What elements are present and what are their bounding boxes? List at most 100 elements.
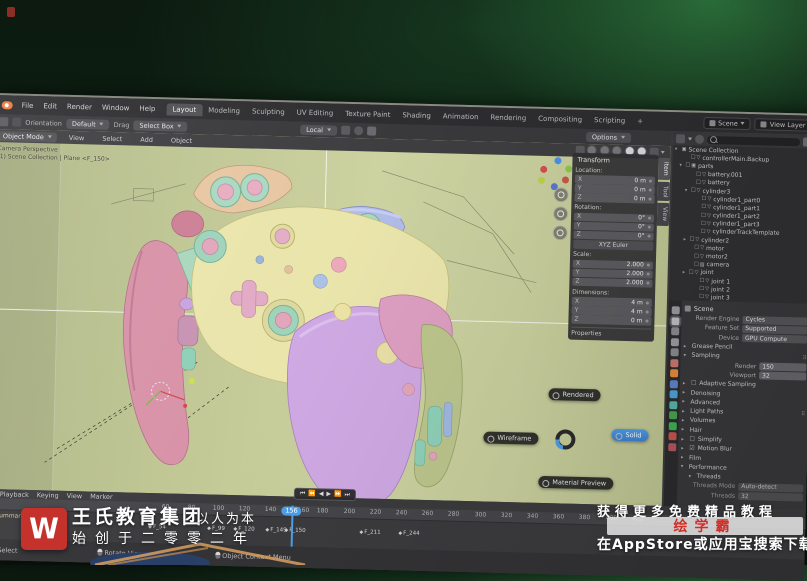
object-icon: ▽ — [705, 278, 710, 285]
viewport-menu-item[interactable]: Select — [97, 132, 127, 145]
active-tool-icon[interactable] — [0, 117, 9, 127]
viewport-menu-item[interactable]: Add — [135, 133, 158, 146]
properties-tab[interactable] — [668, 390, 678, 399]
frame-tick: 200 — [343, 507, 356, 516]
properties-tab[interactable] — [668, 400, 677, 409]
workspace-tab[interactable]: Shading — [396, 109, 437, 122]
options-dropdown[interactable]: Options — [585, 131, 632, 143]
scene-selector[interactable]: Scene — [702, 116, 751, 130]
workspace-tab[interactable]: Sculpting — [246, 105, 291, 118]
object-icon: ▽ — [702, 171, 707, 178]
timeline-marker[interactable]: ◆ F_244 — [398, 530, 419, 537]
snap-magnet-icon[interactable] — [340, 125, 351, 135]
menu-item[interactable]: File — [17, 99, 39, 112]
workspace-tab[interactable]: + — [631, 115, 649, 127]
properties-tab[interactable] — [668, 314, 682, 327]
properties-tab[interactable] — [670, 327, 679, 336]
workspace-tab[interactable]: UV Editing — [291, 106, 340, 119]
zoom-tool-icon[interactable] — [553, 187, 569, 203]
properties-tab[interactable] — [668, 421, 677, 430]
playback-button[interactable]: ◀ — [319, 490, 324, 498]
object-icon: ▽ — [696, 187, 701, 194]
object-icon: ▽ — [705, 286, 710, 293]
right-column: ▾ ▣ Scene Collection ☐ ▽ controllerMain.… — [663, 132, 807, 510]
menu-item[interactable]: Help — [134, 102, 160, 115]
menu-bar: File Edit Render Window Help — [17, 99, 161, 115]
menu-item[interactable]: Window — [97, 101, 135, 114]
sidebar-tab[interactable]: Tool — [657, 181, 670, 202]
viewport-menu-item[interactable]: Object — [166, 134, 197, 147]
outliner-search-input[interactable] — [706, 135, 801, 146]
menu-item[interactable]: Render — [62, 100, 97, 113]
transform-row[interactable]: Z 0 m — [571, 314, 652, 326]
display-mode-icon[interactable] — [675, 134, 686, 144]
pie-wireframe[interactable]: Wireframe — [483, 431, 539, 445]
mode-select[interactable]: Object Mode — [0, 130, 57, 143]
playback-button[interactable]: ⏭ — [344, 491, 350, 499]
axis-x-neg-dot[interactable] — [561, 176, 570, 184]
transform-row[interactable]: Properties — [570, 326, 652, 340]
menu-item[interactable]: Edit — [38, 100, 62, 113]
pie-rendered[interactable]: Rendered — [548, 388, 601, 402]
viewport-3d[interactable]: Object Mode View Select Add Object Camera P… — [0, 128, 671, 506]
workspace-tab[interactable]: Compositing — [532, 112, 588, 125]
transform-row[interactable]: XYZ Euler — [573, 239, 654, 251]
outliner-tree: ▾ ▣ Scene Collection ☐ ▽ controllerMain.… — [669, 145, 807, 304]
properties-tab[interactable] — [669, 379, 678, 388]
search-icon — [709, 136, 718, 144]
object-icon: ▽ — [700, 245, 705, 252]
filter-icon[interactable] — [694, 134, 705, 144]
properties-tab[interactable] — [670, 348, 679, 357]
marker-diamond-icon: ◆ — [359, 529, 364, 536]
workspace-tab[interactable]: Texture Paint — [339, 107, 396, 120]
properties-tab[interactable] — [667, 432, 677, 441]
funnel-filter-icon[interactable] — [802, 137, 807, 147]
axis-z-dot[interactable] — [554, 157, 562, 165]
view-layer-selector[interactable]: View Layer — [754, 117, 807, 132]
playback-button[interactable]: ⏩ — [334, 491, 342, 499]
properties-tab[interactable] — [670, 337, 679, 346]
playback-button[interactable]: ⏮ — [300, 490, 306, 498]
sidebar-tab[interactable]: View — [656, 203, 670, 226]
pie-material-preview[interactable]: Material Preview — [538, 475, 614, 490]
transform-row[interactable]: Z 0 m — [574, 192, 655, 204]
properties-tab[interactable] — [669, 369, 678, 378]
viewport-overlay-text: Camera Perspective (1) Scene Collection … — [0, 145, 110, 163]
workspace-tab[interactable]: Modeling — [202, 104, 246, 117]
drag-label: Drag — [113, 120, 130, 129]
properties-tab[interactable] — [667, 442, 676, 451]
properties-tab[interactable] — [671, 306, 680, 315]
sidebar-tab[interactable]: Item — [658, 157, 671, 180]
current-frame-badge[interactable]: 156 — [281, 505, 302, 516]
brand-logo: W — [21, 508, 67, 550]
move-view-tool-icon[interactable] — [552, 206, 569, 222]
proportional-editing-icon[interactable] — [353, 126, 364, 136]
playback-button[interactable]: ▶ — [326, 490, 331, 498]
transform-row[interactable]: Z 2.000 — [572, 277, 653, 288]
viewport-menu-item[interactable]: View — [64, 131, 90, 144]
workspace-tab[interactable]: Rendering — [484, 111, 532, 124]
app-name: 绘学霸 — [673, 519, 737, 535]
transform-orientation-select[interactable]: Local — [300, 124, 338, 136]
properties-tab[interactable] — [668, 411, 677, 420]
select-box-select[interactable]: Select Box — [133, 119, 188, 132]
blender-logo-icon[interactable] — [1, 100, 13, 109]
frame-tick: 340 — [526, 512, 539, 520]
chevron-down-icon — [688, 137, 693, 141]
axis-y-neg-dot[interactable] — [537, 176, 546, 184]
playback-button[interactable]: ⏪ — [308, 490, 316, 498]
timeline-marker[interactable]: ◆ F_150 — [284, 527, 305, 534]
frame-tick: 320 — [500, 511, 513, 520]
tool-fallback-icon[interactable] — [12, 117, 22, 127]
timeline-marker[interactable]: ◆ F_211 — [359, 529, 380, 536]
orientation-select[interactable]: Default — [65, 118, 110, 130]
gizmo-toggle-icon[interactable] — [366, 126, 377, 136]
pie-solid[interactable]: Solid — [611, 428, 649, 442]
properties-tab[interactable] — [669, 358, 678, 367]
camera-view-tool-icon[interactable] — [552, 225, 568, 241]
axis-x-dot[interactable] — [540, 165, 548, 173]
object-icon: ▽ — [704, 294, 709, 301]
workspace-tab[interactable]: Animation — [437, 110, 485, 123]
workspace-tab[interactable]: Scripting — [588, 113, 631, 126]
workspace-tab[interactable]: Layout — [166, 102, 203, 116]
